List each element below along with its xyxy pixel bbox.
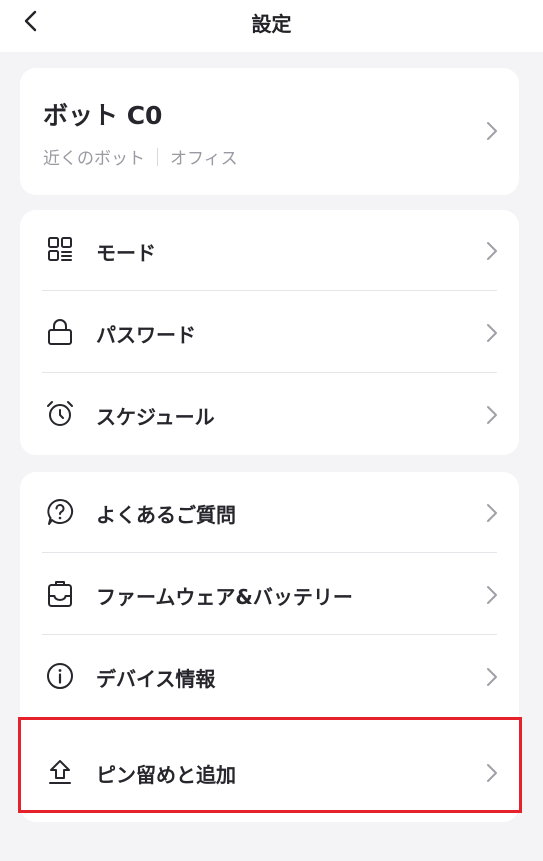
mode-grid-icon (48, 237, 72, 261)
row-divider (42, 634, 497, 635)
mode-row[interactable]: モード (20, 210, 519, 291)
device-meta: 近くのボット オフィス (43, 144, 238, 169)
header-bar: 設定 (0, 0, 543, 52)
faq-row[interactable]: よくあるご質問 (20, 472, 519, 553)
page-title: 設定 (251, 12, 292, 36)
schedule-label: スケジュール (96, 405, 215, 429)
schedule-row[interactable]: スケジュール (20, 374, 519, 455)
pin-upload-icon (49, 760, 71, 784)
row-divider (42, 290, 497, 291)
device-card[interactable]: ボット C0 近くのボット オフィス (20, 68, 519, 195)
chevron-right-icon (487, 406, 497, 424)
question-icon (47, 498, 74, 525)
chevron-right-icon (487, 668, 497, 686)
chevron-right-icon (487, 242, 497, 260)
info-icon (47, 663, 73, 689)
meta-divider (157, 147, 158, 166)
device-location: 近くのボット (43, 149, 145, 169)
alarm-clock-icon (47, 401, 73, 426)
lock-icon (48, 319, 72, 345)
chevron-right-icon (487, 764, 497, 782)
chevron-right-icon (487, 504, 497, 522)
chevron-right-icon (487, 586, 497, 604)
pin-add-row[interactable]: ピン留めと追加 (20, 732, 519, 813)
device-info-row[interactable]: デバイス情報 (20, 636, 519, 717)
row-divider (42, 552, 497, 553)
firmware-battery-row[interactable]: ファームウェア&バッテリー (20, 554, 519, 635)
password-label: パスワード (96, 323, 196, 347)
pin-add-label: ピン留めと追加 (96, 763, 236, 787)
mode-label: モード (96, 241, 156, 265)
device-name: ボット C0 (43, 101, 163, 130)
chevron-right-icon (487, 324, 497, 342)
chevron-right-icon (487, 122, 497, 140)
settings-group-primary: モード パスワード スケジュール (20, 210, 519, 455)
device-info-label: デバイス情報 (96, 667, 216, 691)
faq-label: よくあるご質問 (96, 503, 236, 527)
firmware-icon (48, 581, 72, 607)
row-divider (42, 372, 497, 373)
settings-group-secondary: よくあるご質問 ファームウェア&バッテリー デバイス情報 ピン留めと追加 (20, 472, 519, 822)
device-room: オフィス (170, 149, 238, 169)
firmware-battery-label: ファームウェア&バッテリー (96, 585, 353, 609)
password-row[interactable]: パスワード (20, 292, 519, 373)
